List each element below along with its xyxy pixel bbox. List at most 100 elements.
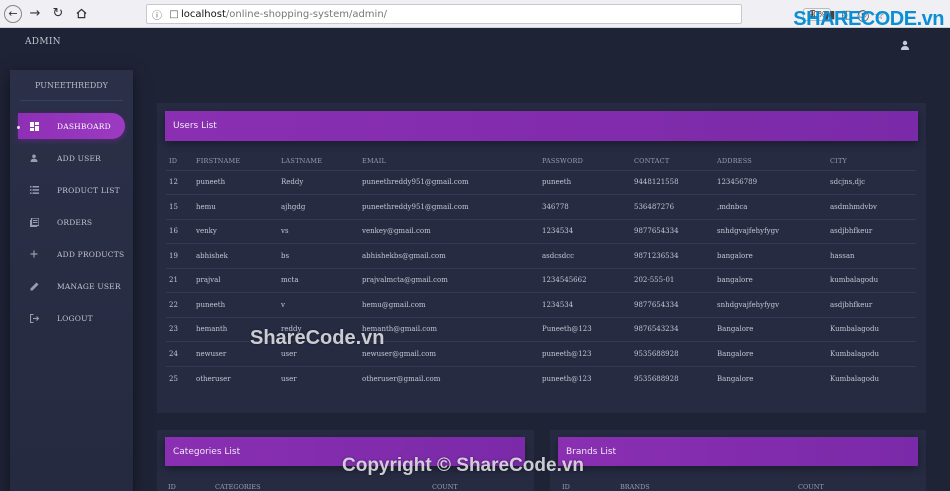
cell-email: hemanth@gmail.com xyxy=(359,316,539,342)
orders-icon xyxy=(28,216,40,228)
list-icon xyxy=(28,184,40,196)
cell-city: kumbalagodu xyxy=(827,267,916,293)
url-text[interactable]: localhost/online-shopping-system/admin/ xyxy=(181,9,387,20)
cell-email: hemu@gmail.com xyxy=(359,292,539,317)
column-header-city[interactable]: CITY xyxy=(827,152,916,170)
sidebar-item-add-products[interactable]: ADD PRODUCTS xyxy=(18,241,125,267)
cell-id: 24 xyxy=(166,341,193,366)
sidebar: PUNEETHREDDY DASHBOARD ADD USER PRODUCT … xyxy=(10,70,133,491)
cell-email: abhishekbs@gmail.com xyxy=(359,243,539,268)
sidebar-item-logout[interactable]: LOGOUT xyxy=(18,305,125,331)
cell-contact: 9448121558 xyxy=(631,169,714,195)
sidebar-item-label: PRODUCT LIST xyxy=(57,185,120,195)
cell-lastname: v xyxy=(278,292,359,317)
page-title: ADMIN xyxy=(25,37,61,47)
cell-id: 23 xyxy=(166,316,193,342)
cell-email: otheruser@gmail.com xyxy=(359,365,539,391)
cell-contact: 9877654334 xyxy=(631,218,714,244)
categories-card-title: Categories List xyxy=(173,446,241,457)
table-row[interactable]: 15 hemu ajhgdg puneethreddy951@gmail.com 346… xyxy=(166,194,916,219)
brands-column-brands[interactable]: BRANDS xyxy=(620,483,650,491)
sidebar-item-dashboard[interactable]: DASHBOARD xyxy=(18,113,125,139)
categories-column-categories[interactable]: CATEGORIES xyxy=(215,483,261,491)
cell-id: 15 xyxy=(166,194,193,219)
cell-email: newuser@gmail.com xyxy=(359,341,539,366)
table-row[interactable]: 23 hemanth reddy hemanth@gmail.com Puneeth@1… xyxy=(166,316,916,342)
column-header-password[interactable]: PASSWORD xyxy=(539,152,631,170)
cell-email: venkey@gmail.com xyxy=(359,218,539,244)
cell-city: sdcjns,djc xyxy=(827,169,916,195)
user-account-icon[interactable] xyxy=(900,40,910,50)
table-row[interactable]: 25 otheruser user otheruser@gmail.com puneet… xyxy=(166,365,916,391)
cell-address: Bangalore xyxy=(714,341,827,366)
active-indicator-dot xyxy=(17,126,20,129)
sidebar-item-label: ORDERS xyxy=(57,217,93,227)
cell-address: Bangalore xyxy=(714,365,827,391)
column-header-contact[interactable]: CONTACT xyxy=(631,152,714,170)
column-header-lastname[interactable]: LASTNAME xyxy=(278,152,359,170)
cell-lastname: user xyxy=(278,341,359,366)
users-table-header: ID FIRSTNAME LASTNAME EMAIL PASSWORD CON… xyxy=(166,152,916,170)
column-header-email[interactable]: EMAIL xyxy=(359,152,539,170)
cell-id: 21 xyxy=(166,267,193,293)
column-header-firstname[interactable]: FIRSTNAME xyxy=(193,152,278,170)
sidebar-item-product-list[interactable]: PRODUCT LIST xyxy=(18,177,125,203)
cell-address: ,mdnbca xyxy=(714,194,827,219)
cell-firstname: puneeth xyxy=(193,169,278,195)
cell-firstname: newuser xyxy=(193,341,278,366)
cell-email: puneethreddy951@gmail.com xyxy=(359,194,539,219)
cell-firstname: puneeth xyxy=(193,292,278,317)
cell-city: asdjbhfkeur xyxy=(827,218,916,244)
edit-icon xyxy=(28,280,40,292)
cell-address: snhdgvajfehyfygv xyxy=(714,292,827,317)
column-header-id[interactable]: ID xyxy=(166,152,193,170)
column-header-address[interactable]: ADDRESS xyxy=(714,152,827,170)
person-icon xyxy=(28,152,40,164)
home-button[interactable] xyxy=(71,4,91,24)
cell-contact: 9535688928 xyxy=(631,365,714,391)
categories-column-count[interactable]: COUNT xyxy=(432,483,458,491)
table-row[interactable]: 16 venky vs venkey@gmail.com 1234534 98776543… xyxy=(166,218,916,244)
forward-button[interactable]: → xyxy=(25,4,45,24)
users-table-body: 12 puneeth Reddy puneethreddy951@gmail.com p… xyxy=(166,169,916,391)
sidebar-item-orders[interactable]: ORDERS xyxy=(18,209,125,235)
url-path: /online-shopping-system/admin/ xyxy=(225,8,388,20)
cell-id: 25 xyxy=(166,365,193,391)
cell-contact: 9871236534 xyxy=(631,243,714,268)
cell-address: bangalore xyxy=(714,267,827,293)
cell-id: 16 xyxy=(166,218,193,244)
brands-column-id[interactable]: ID xyxy=(562,483,570,491)
table-row[interactable]: 22 puneeth v hemu@gmail.com 1234534 987765433… xyxy=(166,292,916,317)
sidebar-item-manage-user[interactable]: MANAGE USER xyxy=(18,273,125,299)
brands-column-count[interactable]: COUNT xyxy=(798,483,824,491)
reload-button[interactable]: ↻ xyxy=(48,4,68,24)
cell-firstname: otheruser xyxy=(193,365,278,391)
sidebar-item-label: LOGOUT xyxy=(57,313,93,323)
cell-address: bangalore xyxy=(714,243,827,268)
table-row[interactable]: 19 abhishek bs abhishekbs@gmail.com asdcsdcc… xyxy=(166,243,916,268)
cell-password: 1234545662 xyxy=(539,267,631,293)
sidebar-divider xyxy=(20,100,123,101)
cell-city: hassan xyxy=(827,243,916,268)
sidebar-item-label: DASHBOARD xyxy=(57,121,111,131)
cell-city: asdjbhfkeur xyxy=(827,292,916,317)
cell-email: prajvalmcta@gmail.com xyxy=(359,267,539,293)
sidebar-item-add-user[interactable]: ADD USER xyxy=(18,145,125,171)
cell-password: 1234534 xyxy=(539,218,631,244)
cell-lastname: bs xyxy=(278,243,359,268)
categories-column-id[interactable]: ID xyxy=(168,483,176,491)
cell-firstname: prajval xyxy=(193,267,278,293)
sharecode-logo: SHARECODE.vn xyxy=(793,8,944,31)
cell-email: puneethreddy951@gmail.com xyxy=(359,169,539,195)
address-bar[interactable]: ⓘ □ localhost/online-shopping-system/adm… xyxy=(146,4,884,24)
back-button[interactable]: ← xyxy=(4,4,22,23)
page-info-icon[interactable]: ⓘ xyxy=(150,7,164,22)
cell-lastname: vs xyxy=(278,218,359,244)
cell-firstname: hemu xyxy=(193,194,278,219)
table-row[interactable]: 12 puneeth Reddy puneethreddy951@gmail.com p… xyxy=(166,169,916,195)
table-row[interactable]: 21 prajval mcta prajvalmcta@gmail.com 123454… xyxy=(166,267,916,293)
cell-contact: 9876543234 xyxy=(631,316,714,342)
table-row[interactable]: 24 newuser user newuser@gmail.com puneeth@12… xyxy=(166,341,916,366)
cell-password: puneeth xyxy=(539,169,631,195)
cell-lastname: mcta xyxy=(278,267,359,293)
